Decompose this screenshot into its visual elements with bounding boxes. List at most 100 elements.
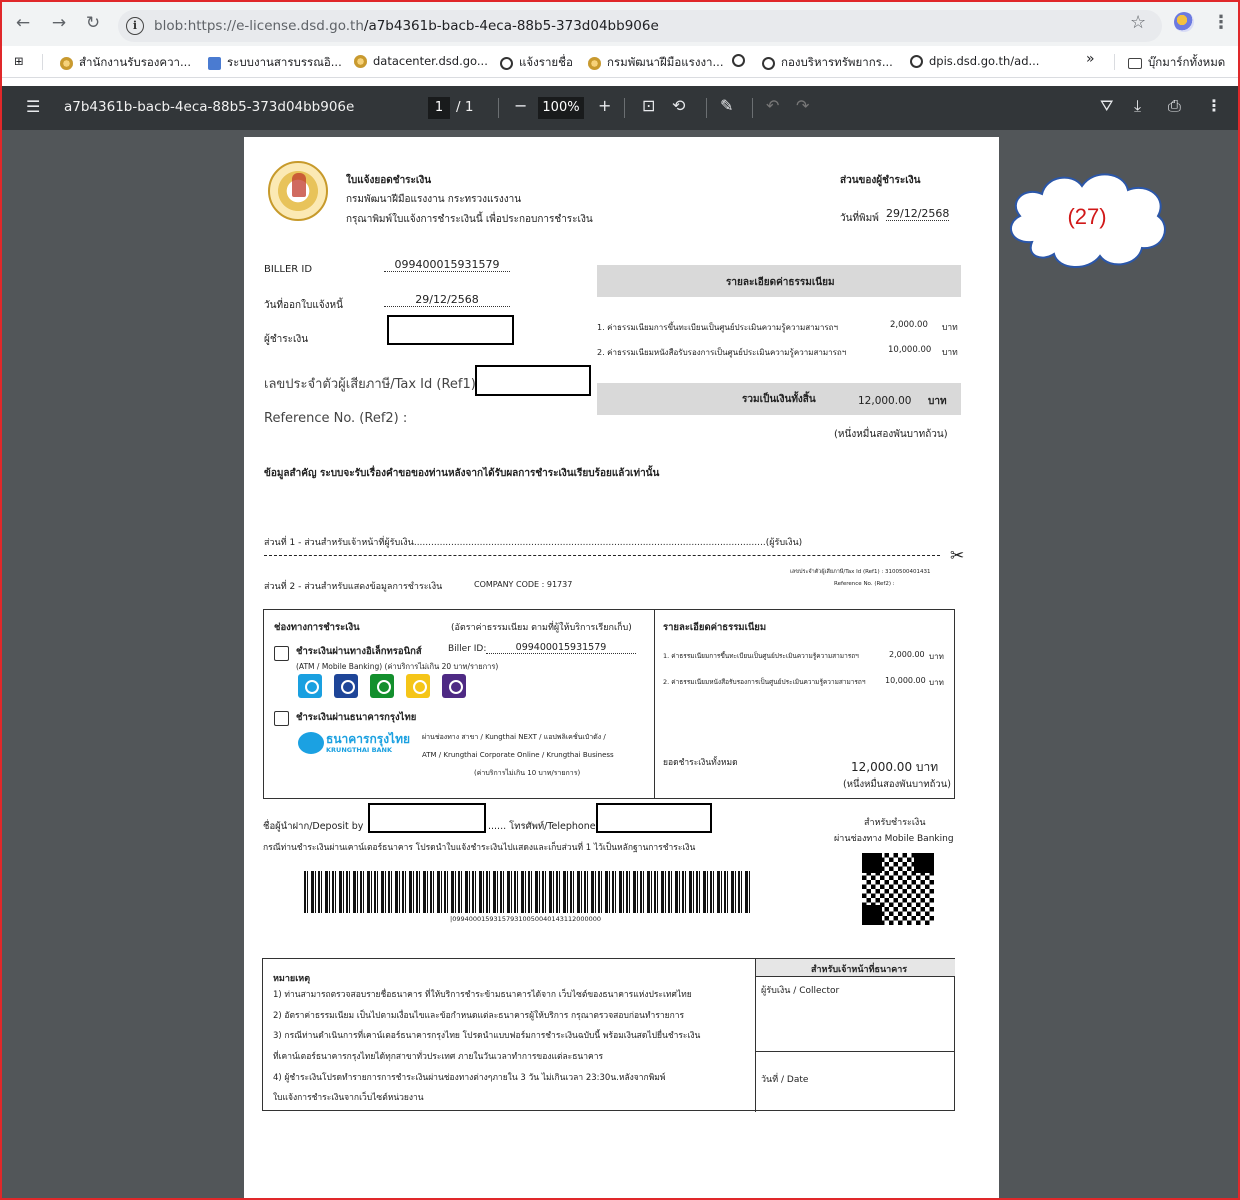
seal-icon [354,54,367,68]
fit-page-icon[interactable]: ⊡ [642,96,655,115]
note-line: 1) ท่านสามารถตรวจสอบรายชื่อธนาคาร ที่ให้… [273,990,692,1000]
annotation-cloud: (27) [1002,164,1172,276]
biller-id-value: 099400015931579 [384,258,510,272]
forward-icon[interactable]: → [48,12,70,34]
collector-label: ผู้รับเงิน / Collector [761,986,840,996]
bank-officer-label: สำหรับเจ้าหน้าที่ธนาคาร [811,965,908,975]
back-icon[interactable]: ← [12,12,34,34]
fee-item-amount: 2,000.00 [890,320,928,330]
part1-line: ส่วนที่ 1 - ส่วนสำหรับเจ้าหน้าที่ผู้รับเ… [264,538,803,548]
issue-date-value: 29/12/2568 [384,293,510,307]
ktb-logo-icon [298,732,324,754]
undo-icon[interactable]: ↶ [766,96,779,115]
taxid-label: เลขประจำตัวผู้เสียภาษี/Tax Id (Ref1) : [264,377,485,392]
zoom-out-icon[interactable]: − [514,96,527,115]
fee-item-amount: 2,000.00 [889,650,925,659]
notes-title: หมายเหตุ [273,974,311,984]
zoom-in-icon[interactable]: + [598,96,611,115]
fee-item-unit: บาท [929,678,944,687]
bangkok-bank-icon [334,674,358,698]
ebank-checkbox[interactable] [274,646,289,661]
address-bar[interactable]: i blob:https://e-license.dsd.go.th/a7b43… [118,10,1162,42]
bookmark-item[interactable]: datacenter.dsd.go... [354,54,488,68]
bookmark-item[interactable]: กรมพัฒนาฝีมือแรงงา... [588,54,723,72]
pdf-filename: a7b4361b-bacb-4eca-88b5-373d04bb906e [64,99,355,115]
extension-icon[interactable] [1174,12,1194,32]
ebank-note: (ATM / Mobile Banking) (ค่าบริการไม่เกิน… [296,662,499,671]
channel-note: (อัตราค่าธรรมเนียม ตามที่ผู้ให้บริการเรี… [451,623,632,633]
save-drive-icon[interactable]: ⛛ [1100,96,1113,116]
qr-code [862,853,934,925]
all-bookmarks-button[interactable]: บุ๊กมาร์กทั้งหมด [1128,54,1225,72]
important-note: ข้อมูลสำคัญ ระบบจะรับเรื่องคำขอของท่านหล… [264,468,660,479]
bookmark-separator [42,54,43,70]
ktb-checkbox[interactable] [274,711,289,726]
ebank-label: ชำระเงินผ่านทางอิเล็กทรอนิกส์ [296,646,422,657]
payer-label: ผู้ชำระเงิน [264,334,309,345]
kasikorn-icon [370,674,394,698]
total2-label: ยอดชำระเงินทั้งหมด [663,758,738,768]
more-bookmarks-button[interactable]: » [1086,51,1095,67]
part2-ref: Reference No. (Ref2) : [834,581,895,587]
toolbar-divider [498,98,499,118]
pdf-toolbar: ☰ a7b4361b-bacb-4eca-88b5-373d04bb906e 1… [2,86,1238,130]
apps-grid-icon[interactable]: ⊞ [14,54,24,68]
browser-menu-icon[interactable]: ⋮ [1212,12,1230,33]
ebank-biller-label: Biller ID: [448,644,487,654]
bookmark-item[interactable]: แจ้งรายชื่อ [500,54,573,72]
date-label: วันที่ / Date [761,1075,809,1085]
bookmark-item[interactable] [732,54,745,67]
barcode-text: |099400015931579310050040143112000000 [450,915,602,923]
browser-toolbar: ← → ↻ i blob:https://e-license.dsd.go.th… [2,2,1238,46]
annotation-label: (27) [1067,204,1107,229]
redacted-phone [596,803,712,833]
payment-channels-box: ช่องทางการชำระเงิน (อัตราค่าธรรมเนียม ตา… [263,609,655,799]
counter-note: กรณีท่านชำระเงินผ่านเคาน์เตอร์ธนาคาร โปร… [263,843,696,853]
info-icon[interactable]: i [126,17,144,35]
phone-label: ...... โทรศัพท์/Telephone [488,821,596,832]
fee-item-desc: 2. ค่าธรรมเนียมหนังสือรับรองการเป็นศูนย์… [597,348,847,357]
page-number-input[interactable]: 1 [428,97,450,119]
bookmark-item[interactable]: ระบบงานสารบรรณอิ... [208,54,342,72]
more-options-icon[interactable]: ⋮ [1206,96,1222,115]
folder-icon [1128,57,1142,69]
ktb-fee: (ค่าบริการไม่เกิน 10 บาท/รายการ) [474,769,581,777]
reload-icon[interactable]: ↻ [82,12,104,34]
fee-header: รายละเอียดค่าธรรมเนียม [726,277,835,288]
globe-icon [762,56,775,70]
total-label: รวมเป็นเงินทั้งสิ้น [742,394,816,405]
redacted-payer [387,315,514,345]
redacted-depositor [368,803,486,833]
sidebar-menu-icon[interactable]: ☰ [26,97,40,116]
fee-detail-box: รายละเอียดค่าธรรมเนียม 1. ค่าธรรมเนียมกา… [654,609,955,799]
annotate-icon[interactable]: ✎ [720,96,733,115]
download-icon[interactable]: ⤓ [1134,96,1141,116]
krungthai-icon [298,674,322,698]
fee-item-desc: 1. ค่าธรรมเนียมการขึ้นทะเบียนเป็นศูนย์ปร… [597,323,838,332]
note-line: 2) อัตราค่าธรรมเนียม เป็นไปตามเงื่อนไขแล… [273,1011,685,1021]
fee-item-amount: 10,000.00 [885,676,926,685]
payer-part-label: ส่วนของผู้ชำระเงิน [840,175,921,186]
toolbar-divider [706,98,707,118]
bookmark-item[interactable]: สำนักงานรับรองควา... [60,54,191,72]
bookmark-item[interactable]: กองบริหารทรัพยากร... [762,54,893,72]
fee-item-desc: 1. ค่าธรรมเนียมการขึ้นทะเบียนเป็นศูนย์ปร… [663,652,859,660]
rotate-icon[interactable]: ⟲ [672,96,685,115]
zoom-input[interactable]: 100% [538,97,584,119]
fee-item-unit: บาท [929,652,944,661]
ref2-label: Reference No. (Ref2) : [264,411,408,426]
fee-item-unit: บาท [942,348,958,358]
bookmark-item[interactable]: dpis.dsd.go.th/ad... [910,54,1039,68]
note-line: 3) กรณีท่านดำเนินการที่เคาน์เตอร์ธนาคารก… [273,1031,701,1041]
ktb-channels-2: ATM / Krungthai Corporate Online / Krung… [422,751,614,759]
bookmark-star-icon[interactable]: ☆ [1130,12,1146,33]
issue-date-label: วันที่ออกใบแจ้งหนี้ [264,300,343,311]
notes-row-divider [756,1051,955,1052]
print-icon[interactable]: ⎙ [1168,96,1181,116]
redo-icon[interactable]: ↷ [796,96,809,115]
total-unit: บาท [928,396,947,407]
page-total: / 1 [456,99,474,115]
channel-header: ช่องทางการชำระเงิน [274,622,360,633]
mobile-line-2: ผ่านช่องทาง Mobile Banking [834,834,954,844]
doc-title: ใบแจ้งยอดชำระเงิน [346,175,432,186]
